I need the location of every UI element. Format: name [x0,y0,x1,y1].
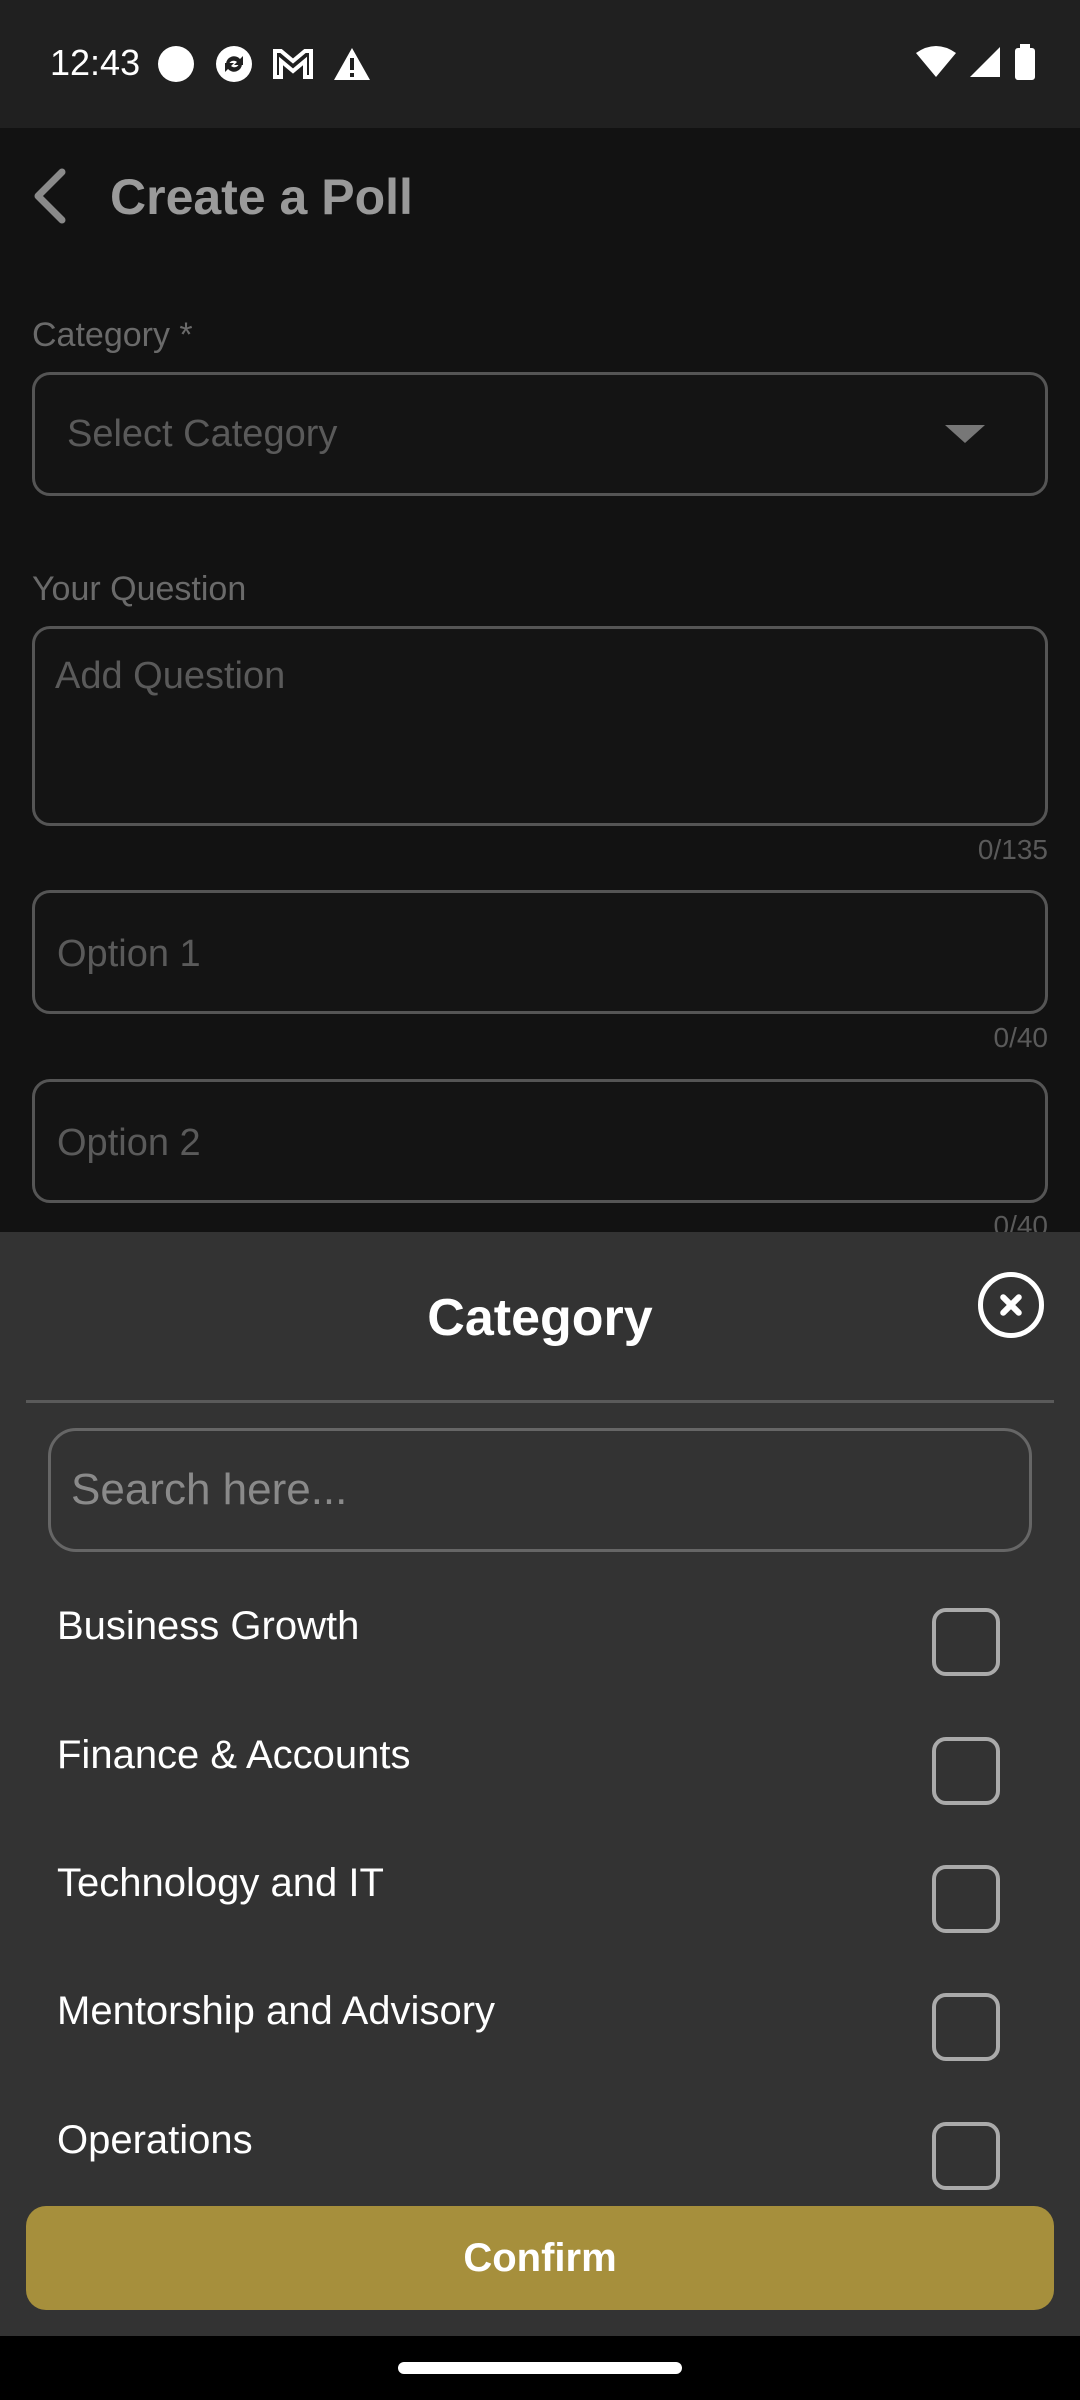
category-bottom-sheet: Category Business Growth Finance & Accou… [0,1232,1080,2336]
category-label: Category * [32,316,193,354]
list-item[interactable]: Operations [0,2094,1080,2223]
option1-placeholder: Option 1 [57,933,201,975]
question-counter: 0/135 [977,834,1048,865]
option2-input[interactable]: Option 2 [32,1079,1048,1203]
option1-counter: 0/40 [993,1022,1049,1053]
gmail-icon [273,49,313,79]
category-dropdown[interactable]: Select Category [32,372,1048,496]
confirm-button[interactable]: Confirm [26,2206,1054,2310]
signal-icon [970,47,1000,77]
close-icon[interactable] [978,1272,1044,1338]
warning-icon [334,48,370,80]
list-item[interactable]: Finance & Accounts [0,1709,1080,1838]
sync-icon [216,46,252,82]
back-arrow-icon[interactable] [26,166,74,226]
list-item-label: Operations [57,2118,253,2162]
sheet-title: Category [427,1289,653,1347]
divider [26,1400,1054,1403]
checkbox[interactable] [932,1993,1000,2061]
list-item[interactable]: Technology and IT [0,1837,1080,1966]
category-placeholder: Select Category [67,413,338,455]
search-box [48,1428,1032,1552]
checkbox[interactable] [932,2122,1000,2190]
question-label: Your Question [32,570,247,608]
battery-icon [1015,44,1035,80]
search-input[interactable] [71,1431,1011,1549]
checkbox[interactable] [932,1737,1000,1805]
system-icons [916,44,1036,80]
question-placeholder: Add Question [55,655,286,697]
checkbox[interactable] [932,1608,1000,1676]
list-item[interactable]: Mentorship and Advisory [0,1965,1080,2094]
home-indicator[interactable] [398,2362,682,2374]
status-bar: 12:43 [0,0,1080,128]
page-title: Create a Poll [110,169,413,225]
list-item-label: Technology and IT [57,1861,384,1905]
chevron-down-icon [945,425,985,443]
notification-icons [156,44,372,84]
checkbox[interactable] [932,1865,1000,1933]
list-item-label: Finance & Accounts [57,1733,411,1777]
navigation-bar [0,2336,1080,2400]
question-input[interactable]: Add Question [32,626,1048,826]
list-item[interactable]: Business Growth [0,1580,1080,1709]
list-item-label: Mentorship and Advisory [57,1989,496,2033]
circle-icon [158,46,194,82]
option2-placeholder: Option 2 [57,1122,201,1164]
wifi-icon [916,46,956,77]
status-time: 12:43 [50,42,141,83]
option1-input[interactable]: Option 1 [32,890,1048,1014]
list-item-label: Business Growth [57,1604,360,1648]
